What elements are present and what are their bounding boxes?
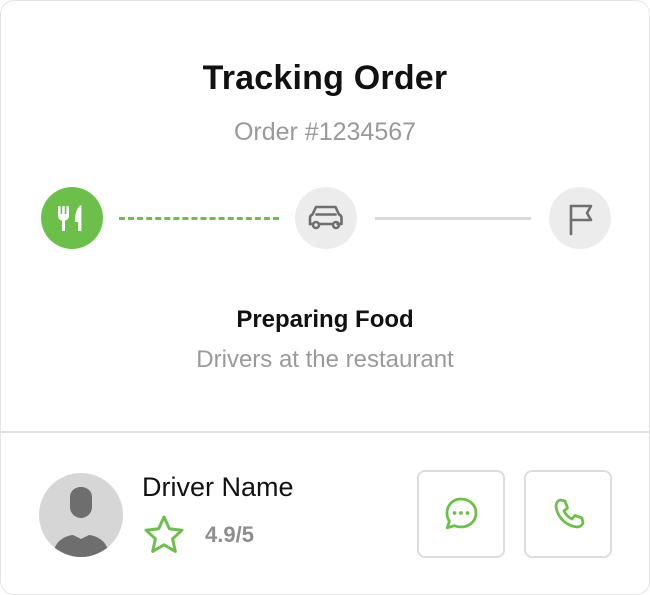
status-title: Preparing Food: [236, 306, 414, 333]
chat-bubble-icon: [445, 497, 478, 530]
step-on-the-way: [295, 187, 357, 249]
page-title: Tracking Order: [202, 59, 448, 97]
order-tracking-card: Tracking Order Order #1234567 Preparing …: [0, 0, 650, 595]
step-restaurant: [41, 187, 103, 249]
fork-knife-icon: [58, 205, 82, 231]
status-subtitle: Drivers at the restaurant: [196, 346, 454, 373]
step-delivered: [549, 187, 611, 249]
order-number: Order #1234567: [233, 118, 417, 146]
person-silhouette-icon: [39, 473, 123, 557]
car-icon: [308, 205, 343, 230]
avatar: [39, 473, 123, 557]
call-button[interactable]: [524, 470, 612, 558]
driver-rating: 4.9/5: [205, 522, 254, 547]
driver-name: Driver Name: [142, 472, 294, 502]
progress-line-pending: [375, 217, 531, 220]
chat-button[interactable]: [417, 470, 505, 558]
progress-line-active: [119, 217, 279, 220]
phone-icon: [554, 498, 585, 529]
star-icon: [144, 515, 184, 553]
section-divider: [1, 431, 649, 433]
flag-icon: [569, 204, 593, 236]
